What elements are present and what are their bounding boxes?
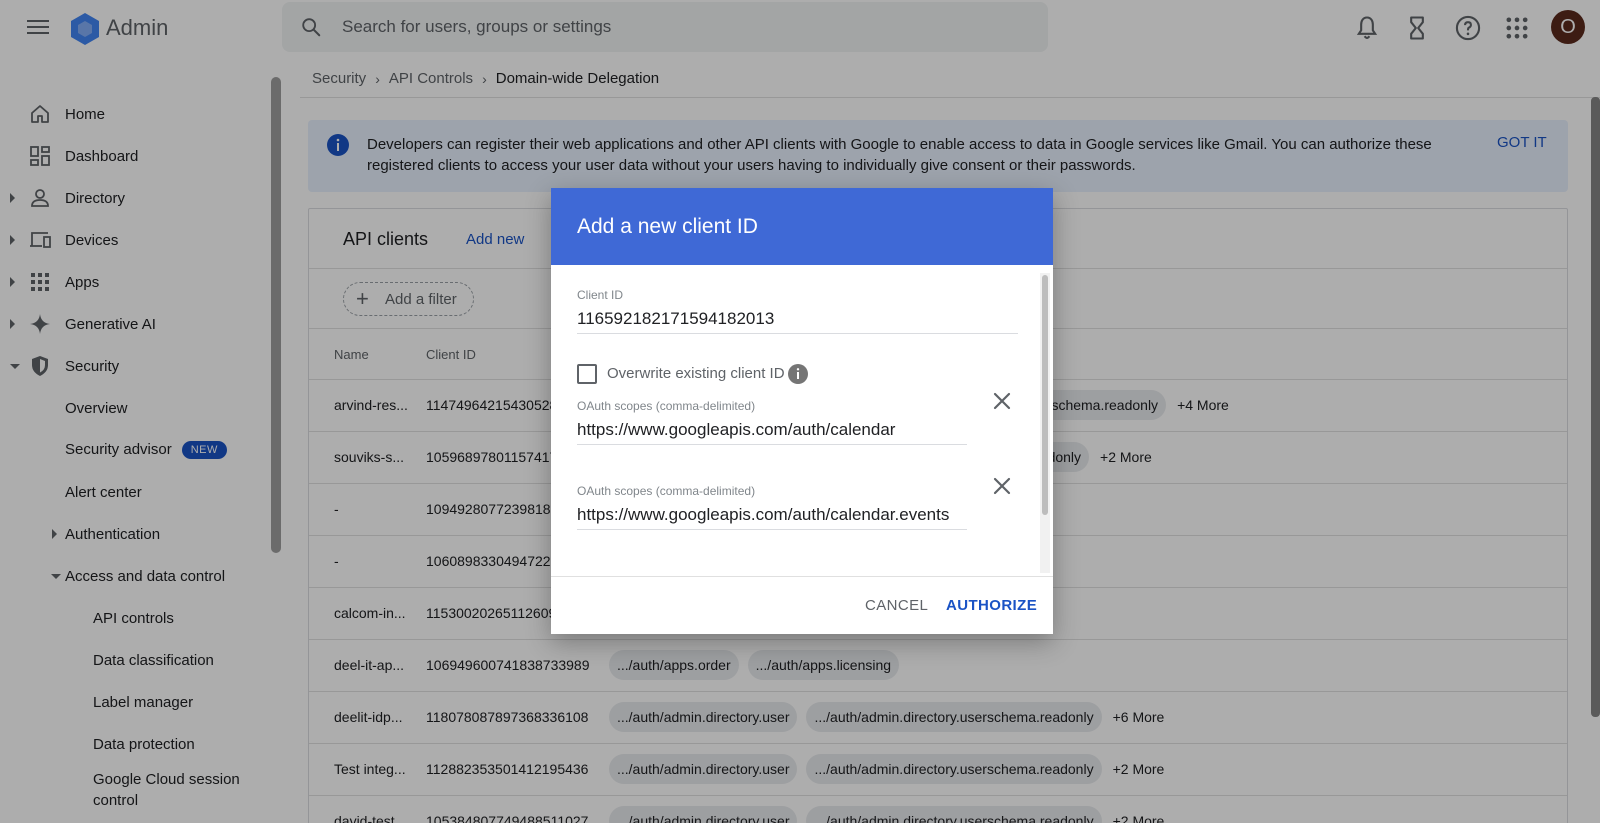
oauth-scope-label: OAuth scopes (comma-delimited) — [577, 484, 756, 498]
oauth-scope-input-1[interactable] — [577, 420, 967, 445]
info-tooltip-icon[interactable] — [787, 363, 809, 385]
dialog-scrollbar[interactable] — [1042, 275, 1048, 515]
main-scrollbar[interactable] — [1591, 97, 1600, 717]
oauth-scope-input-2[interactable] — [577, 505, 967, 530]
oauth-scope-label: OAuth scopes (comma-delimited) — [577, 399, 756, 413]
cancel-button[interactable]: CANCEL — [865, 597, 928, 614]
dialog-body: Client ID Overwrite existing client ID O… — [551, 265, 1053, 576]
add-client-id-dialog: Add a new client ID Client ID Overwrite … — [551, 188, 1053, 634]
remove-scope-close-icon[interactable] — [990, 474, 1014, 498]
remove-scope-close-icon[interactable] — [990, 389, 1014, 413]
client-id-label: Client ID — [577, 288, 624, 302]
authorize-button[interactable]: AUTHORIZE — [946, 597, 1037, 614]
client-id-input[interactable] — [577, 309, 1018, 334]
dialog-title: Add a new client ID — [577, 215, 758, 238]
dialog-header: Add a new client ID — [551, 188, 1053, 265]
overwrite-checkbox[interactable] — [577, 364, 597, 384]
dialog-footer: CANCEL AUTHORIZE — [551, 576, 1053, 634]
overwrite-label: Overwrite existing client ID — [607, 365, 785, 382]
